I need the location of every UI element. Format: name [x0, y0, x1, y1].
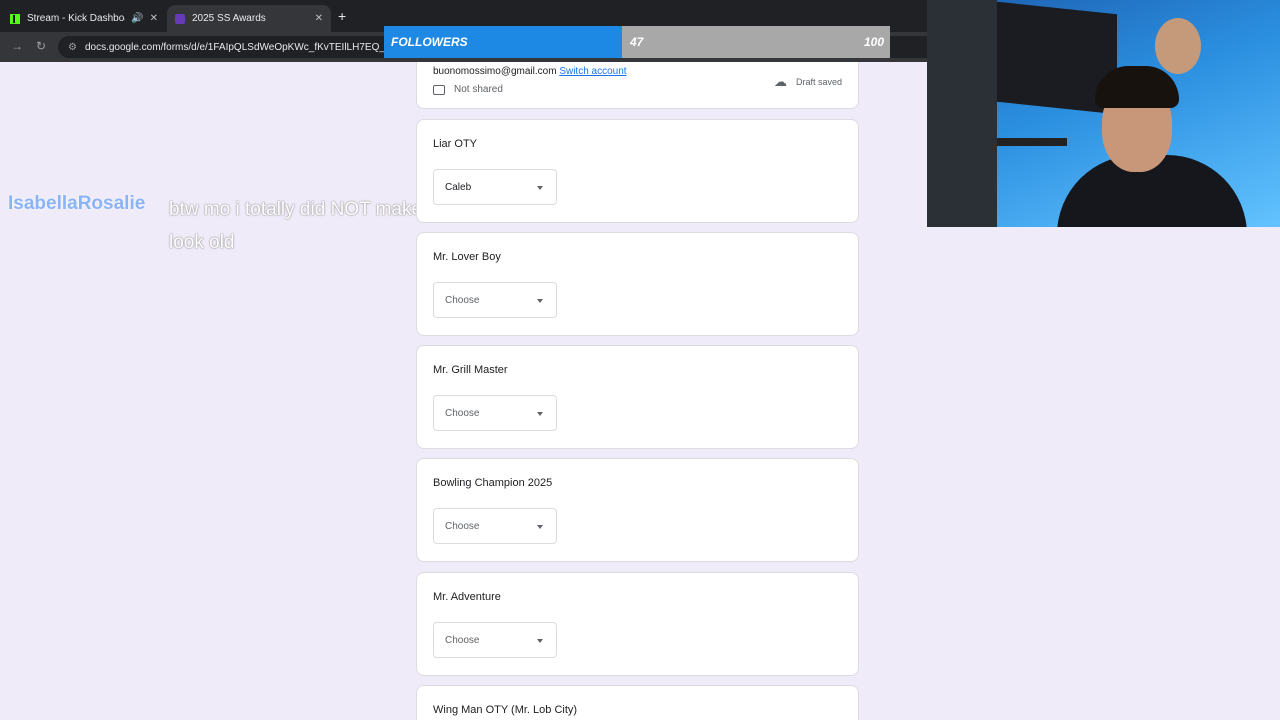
question-title: Mr. Grill Master	[433, 364, 508, 376]
question-title: Liar OTY	[433, 138, 478, 150]
account-card: buonomossimo@gmail.com Switch account No…	[416, 62, 859, 109]
question-dropdown[interactable]: Choose	[433, 508, 557, 544]
close-tab-icon[interactable]: ✕	[150, 13, 158, 24]
dropdown-value: Choose	[445, 520, 480, 532]
question-dropdown[interactable]: Choose	[433, 622, 557, 658]
webcam-background-shelf	[987, 138, 1067, 146]
switch-account-link[interactable]: Switch account	[559, 66, 626, 77]
draft-status: ☁ Draft saved	[774, 74, 842, 90]
followers-goal-bar: FOLLOWERS 47 100	[384, 26, 890, 58]
question-title: Mr. Adventure	[433, 591, 501, 603]
dropdown-arrow-icon	[537, 639, 543, 643]
dropdown-arrow-icon	[537, 299, 543, 303]
question-card: Mr. Lover Boy Choose	[416, 232, 859, 336]
account-email-row: buonomossimo@gmail.com Switch account	[433, 66, 627, 77]
question-card: Wing Man OTY (Mr. Lob City)	[416, 685, 859, 720]
draft-status-text: Draft saved	[795, 77, 842, 87]
close-tab-icon[interactable]: ✕	[315, 13, 323, 24]
dropdown-value: Choose	[445, 407, 480, 419]
account-email: buonomossimo@gmail.com	[433, 66, 557, 77]
question-dropdown[interactable]: Choose	[433, 395, 557, 431]
question-dropdown[interactable]: Caleb	[433, 169, 557, 205]
dropdown-value: Caleb	[445, 181, 472, 193]
question-card: Bowling Champion 2025 Choose	[416, 458, 859, 562]
forms-icon	[175, 13, 185, 24]
chat-username: IsabellaRosalie	[8, 193, 146, 214]
dropdown-value: Choose	[445, 294, 480, 306]
question-card: Mr. Grill Master Choose	[416, 345, 859, 449]
url-text: docs.google.com/forms/d/e/1FAIpQLSdWeOpK…	[84, 41, 406, 53]
webcam-feed	[927, 0, 1280, 227]
dropdown-value: Choose	[445, 634, 480, 646]
question-title: Wing Man OTY (Mr. Lob City)	[433, 704, 578, 716]
tab-kick-dashboard[interactable]: Stream - Kick Dashboard 🔊 ✕	[2, 5, 166, 32]
dropdown-arrow-icon	[537, 412, 543, 416]
followers-goal-current: 47	[630, 35, 644, 49]
question-card: Mr. Adventure Choose	[416, 572, 859, 676]
webcam-person-left	[927, 0, 997, 227]
new-tab-icon[interactable]: +	[338, 8, 346, 24]
webcam-person-back	[1155, 18, 1201, 74]
question-dropdown[interactable]: Choose	[433, 282, 557, 318]
speaker-icon[interactable]: 🔊	[131, 13, 143, 24]
webcam-streamer-hair	[1095, 66, 1179, 108]
question-card: Liar OTY Caleb	[416, 119, 859, 223]
followers-goal-label: FOLLOWERS	[391, 35, 468, 49]
reload-icon[interactable]: ↻	[36, 39, 46, 53]
tab-title: 2025 SS Awards	[192, 13, 266, 24]
tab-title: Stream - Kick Dashboard	[27, 13, 125, 24]
dropdown-arrow-icon	[537, 186, 543, 190]
shared-status: Not shared	[433, 84, 503, 95]
shared-status-text: Not shared	[454, 84, 503, 95]
forward-icon[interactable]: →	[11, 39, 23, 53]
followers-goal-target: 100	[863, 35, 884, 49]
site-info-icon[interactable]: ⚙	[68, 42, 77, 53]
dropdown-arrow-icon	[537, 525, 543, 529]
tab-ss-awards[interactable]: 2025 SS Awards ✕	[167, 5, 331, 32]
question-title: Bowling Champion 2025	[433, 477, 553, 489]
not-shared-icon	[433, 84, 445, 95]
question-title: Mr. Lover Boy	[433, 251, 501, 263]
cloud-check-icon: ☁	[773, 74, 787, 89]
kick-icon	[10, 13, 20, 24]
